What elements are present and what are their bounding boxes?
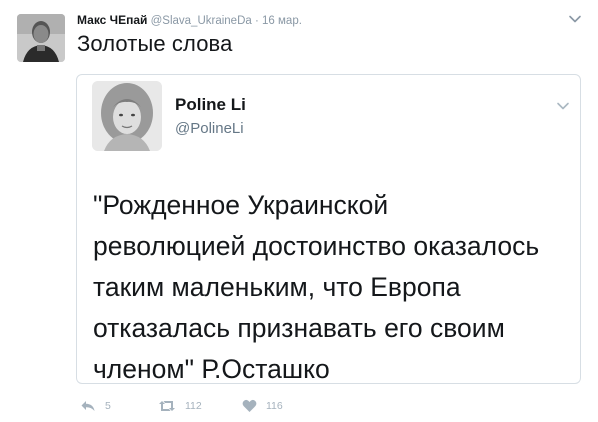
quoted-author-handle[interactable]: @PolineLi [175,120,244,137]
quoted-author-name[interactable]: Poline Li [175,95,246,115]
like-button[interactable]: 116 [242,398,283,414]
heart-icon [242,399,257,412]
quoted-tweet-text: "Рожденное Украинской революцией достоин… [93,185,568,390]
retweet-button[interactable]: 112 [158,398,202,414]
tweet-timestamp[interactable]: 16 мар. [262,15,302,27]
reply-icon [81,401,95,411]
like-count: 116 [266,400,283,412]
quoted-tweet[interactable]: Poline Li @PolineLi "Рожденное Украинско… [76,74,581,384]
author-name[interactable]: Макс ЧЕпай [77,13,147,27]
author-handle[interactable]: @Slava_UkraineDa [151,15,252,27]
tweet-header: Макс ЧЕпай @Slava_UkraineDa · 16 мар. [77,13,302,27]
tweet-text: Золотые слова [77,31,233,56]
person-photo-avatar-icon [92,81,162,151]
quote-line: таким маленьким, что Европа [93,272,461,302]
tweet-card: Макс ЧЕпай @Slava_UkraineDa · 16 мар. Зо… [0,0,598,422]
header-separator: · [254,15,259,27]
chevron-down-icon[interactable] [568,12,582,26]
quoted-author-avatar[interactable] [92,81,162,151]
quote-line: "Рожденное Украинской [93,190,389,220]
reply-button[interactable]: 5 [80,398,111,414]
person-photo-avatar-icon [17,14,65,62]
reply-count: 5 [105,400,111,412]
quote-line: членом" Р.Осташко [93,354,330,384]
quote-line: отказалась признавать его своим [93,313,505,343]
author-avatar[interactable] [17,14,65,62]
retweet-icon [159,401,175,411]
retweet-count: 112 [185,400,202,412]
quote-line: революцией достоинство оказалось [93,231,540,261]
chevron-down-icon[interactable] [556,99,570,113]
